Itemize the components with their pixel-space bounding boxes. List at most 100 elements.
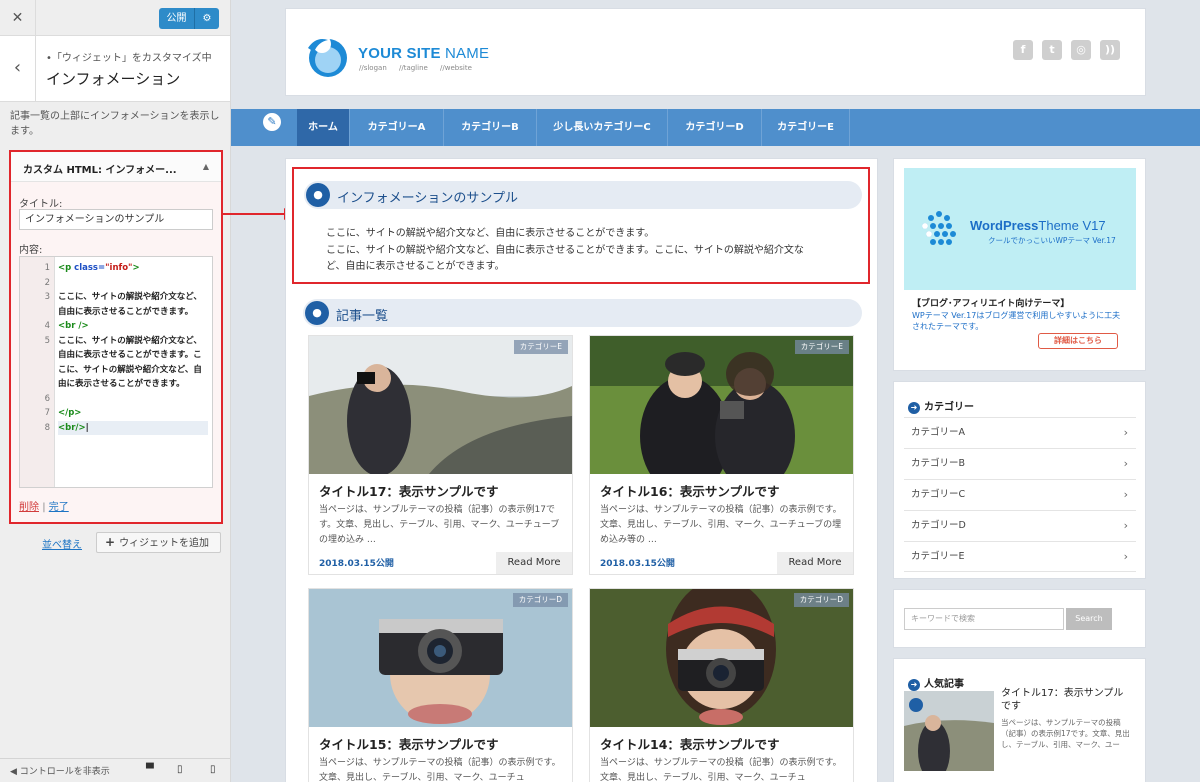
code-token: <p [58, 263, 75, 273]
back-arrow-icon[interactable]: ‹ [0, 36, 36, 102]
articles-heading: ● 記事一覧 [303, 299, 862, 327]
rss-icon[interactable]: )) [1100, 40, 1120, 60]
search-input[interactable]: キーワードで検索 [904, 608, 1064, 630]
reorder-link[interactable]: 並べ替え [42, 536, 82, 551]
nav-item-category-d[interactable]: カテゴリーD [668, 109, 762, 146]
collapse-triangle-icon[interactable]: ▲ [203, 162, 209, 171]
sidebar-popular-widget: ➜ 人気記事 タイトル17：表示サンプルです 当ページは、サンプルテーマの投稿（記… [893, 658, 1146, 782]
site-logo-icon [308, 35, 347, 77]
sidebar-category-b[interactable]: カテゴリーB › [904, 448, 1136, 479]
code-text: 由に表示させることができます。 [58, 377, 208, 392]
add-widget-button[interactable]: + ウィジェットを追加 [96, 532, 221, 553]
code-text: 自由に表示させることができます。こ [58, 348, 208, 363]
pencil-icon[interactable]: ✎ [261, 111, 283, 133]
arrow-circle-icon: ➜ [908, 402, 920, 414]
widget-body: タイトル: インフォメーションのサンプル 内容: 1 <p class="info… [11, 182, 221, 522]
delete-link[interactable]: 削除 [19, 502, 39, 513]
code-token: "info" [105, 263, 133, 273]
panel-title: インフォメーション [46, 70, 181, 88]
code-text: こに、サイトの解説や紹介文など、自 [58, 363, 208, 378]
gear-icon[interactable]: ⚙ [195, 8, 219, 29]
article-title[interactable]: タイトル15：表示サンプルです [319, 734, 499, 753]
articles-heading-title: 記事一覧 [336, 309, 389, 324]
arrow-circle-icon: ➜ [908, 679, 920, 691]
code-text: <p class="info"> [58, 261, 208, 276]
close-icon[interactable]: ✕ [0, 0, 36, 36]
article-title[interactable]: タイトル16：表示サンプルです [600, 481, 780, 500]
details-button[interactable]: 詳細はこちら [1038, 333, 1118, 349]
title-input[interactable]: インフォメーションのサンプル [19, 209, 213, 230]
ad-banner[interactable]: WordPressTheme V17 クールでかっこいいWPテーマ Ver.17 [904, 168, 1136, 290]
content-label: 内容: [19, 245, 43, 256]
ad-brand-bold: WordPress [970, 218, 1039, 233]
article-excerpt: 当ページは、サンプルテーマの投稿（記事）の表示例です。文章、見出し、テーブル、引… [319, 758, 561, 782]
line-number: 7 [44, 408, 50, 418]
instagram-icon[interactable]: ◎ [1071, 40, 1091, 60]
categories-title: ➜ カテゴリー [908, 398, 974, 414]
article-title[interactable]: タイトル17：表示サンプルです [319, 481, 499, 500]
nav-item-category-e[interactable]: カテゴリーE [762, 109, 850, 146]
global-nav: ✎ ホーム カテゴリーA カテゴリーB 少し長いカテゴリーC カテゴリーD カテ… [231, 109, 1200, 146]
code-editor[interactable]: 1 <p class="info"> 2 3 ここに、サイトの解説や紹介文など、 自由に… [19, 256, 213, 488]
nav-item-home[interactable]: ホーム [297, 109, 350, 146]
tablet-preview-icon[interactable]: ▯ [177, 764, 183, 775]
category-label: カテゴリーC [911, 489, 966, 500]
article-thumbnail[interactable] [590, 336, 853, 474]
chevron-right-icon: › [1123, 426, 1128, 439]
sidebar-category-c[interactable]: カテゴリーC › [904, 479, 1136, 510]
sidebar-category-d[interactable]: カテゴリーD › [904, 510, 1136, 541]
site-name-light: NAME [440, 45, 490, 62]
category-label: カテゴリーB [911, 458, 966, 469]
nav-item-category-a[interactable]: カテゴリーA [350, 109, 444, 146]
popular-thumbnail[interactable] [904, 691, 994, 771]
read-more-button[interactable]: Read More [777, 552, 853, 574]
article-card[interactable]: カテゴリーE タイトル17：表示サンプルです 当ページは、サンプルテーマの投稿（… [308, 335, 573, 575]
info-line: ど、自由に表示させることができます。 [326, 261, 505, 272]
article-card[interactable]: カテゴリーE タイトル16：表示サンプルです 当ページは、サンプルテーマの投稿（… [589, 335, 854, 575]
panel-header: ‹ •「ウィジェット」をカスタマイズ中 インフォメーション [0, 36, 230, 102]
info-title: インフォメーションのサンプル [337, 191, 518, 206]
sidebar-ad-widget: WordPressTheme V17 クールでかっこいいWPテーマ Ver.17… [893, 158, 1146, 371]
article-card[interactable]: カテゴリーD タイトル15：表示サンプルです 当ページは、サンプルテーマの投稿（… [308, 588, 573, 782]
read-more-button[interactable]: Read More [496, 552, 572, 574]
sidebar-categories-widget: ➜ カテゴリー カテゴリーA › カテゴリーB › カテゴリーC › カテゴリーD › カ… [893, 381, 1146, 579]
info-heading-bar: ● インフォメーションのサンプル [304, 181, 862, 209]
code-text: ここに、サイトの解説や紹介文など、 [58, 334, 208, 349]
sidebar-category-a[interactable]: カテゴリーA › [904, 417, 1136, 448]
breadcrumb: •「ウィジェット」をカスタマイズ中 [46, 53, 212, 64]
nav-item-category-c[interactable]: 少し長いカテゴリーC [537, 109, 668, 146]
hide-controls-button[interactable]: ◀ コントロールを非表示 [10, 764, 110, 777]
twitter-icon[interactable]: t [1042, 40, 1062, 60]
category-badge[interactable]: カテゴリーD [512, 593, 568, 607]
article-title[interactable]: タイトル14：表示サンプルです [600, 734, 780, 753]
ad-brand-rest: Theme V17 [1038, 218, 1106, 233]
article-thumbnail[interactable] [590, 589, 853, 727]
search-button[interactable]: Search [1066, 608, 1112, 630]
publish-button[interactable]: 公開 [159, 8, 195, 29]
category-badge[interactable]: カテゴリーE [794, 340, 849, 354]
publish-button-group[interactable]: 公開 ⚙ [159, 8, 219, 29]
facebook-icon[interactable]: f [1013, 40, 1033, 60]
article-thumbnail[interactable] [309, 336, 572, 474]
info-line: ここに、サイトの解説や紹介文など、自由に表示させることができます。 [326, 228, 655, 239]
nav-item-category-b[interactable]: カテゴリーB [444, 109, 537, 146]
category-badge[interactable]: カテゴリーE [513, 340, 568, 354]
article-thumbnail[interactable] [309, 589, 572, 727]
mobile-preview-icon[interactable]: ▯ [210, 764, 216, 775]
popular-item-title[interactable]: タイトル17：表示サンプルです [1001, 687, 1131, 713]
done-link[interactable]: 完了 [49, 502, 69, 513]
code-token: 自由に表示させることができます。こ [58, 350, 202, 360]
code-token: <br/> [58, 422, 86, 433]
desktop-preview-icon[interactable]: ▀ [146, 764, 154, 775]
category-badge[interactable]: カテゴリーD [793, 593, 849, 607]
code-text: ここに、サイトの解説や紹介文など、 [58, 290, 208, 305]
map-pin-icon: ● [305, 301, 329, 325]
sidebar-category-e[interactable]: カテゴリーE › [904, 541, 1136, 572]
sidebar-search-widget: キーワードで検索 Search [893, 589, 1146, 648]
site-name[interactable]: YOUR SITE NAME [358, 45, 489, 62]
widget-header[interactable]: カスタム HTML: インフォメー... ▲ [11, 152, 221, 182]
article-card[interactable]: カテゴリーD タイトル14：表示サンプルです 当ページは、サンプルテーマの投稿（… [589, 588, 854, 782]
code-token: 自由に表示させることができます。 [58, 306, 194, 317]
wordpress-theme-logo-icon [922, 211, 956, 245]
map-pin-icon: ● [306, 183, 330, 207]
